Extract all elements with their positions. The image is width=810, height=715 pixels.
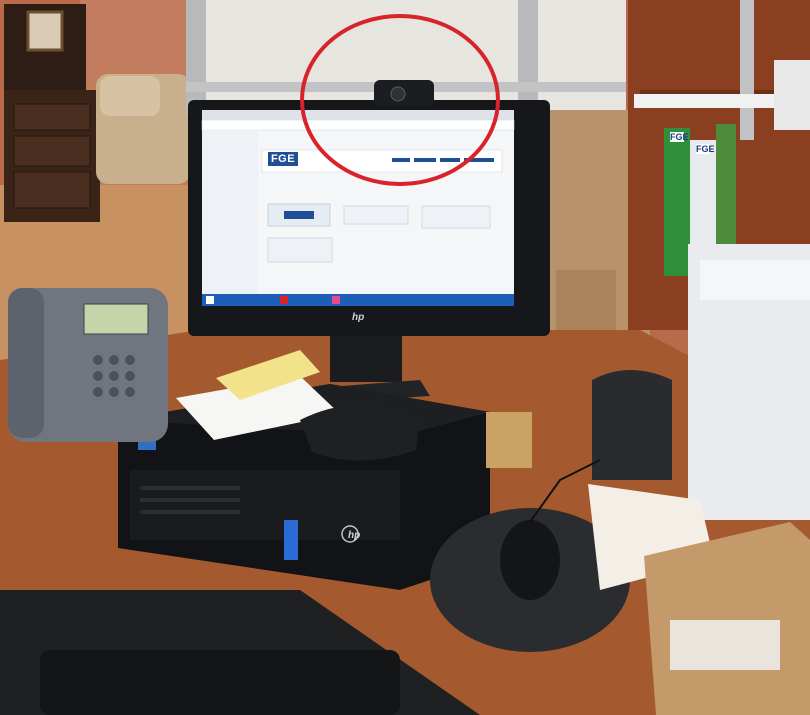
site-nav-2 [414,158,436,162]
taskbar-app-icon-2 [332,296,340,304]
screen-card-2 [343,205,409,225]
screen-card-4 [267,237,333,263]
hp-logo-monitor: hp [352,312,365,323]
keyboard [40,650,400,715]
phone-display [83,303,149,335]
browser-tabbar [202,110,514,120]
monitor-stand-neck [330,336,402,382]
browser-sidebar [202,130,258,294]
dresser-drawer-1 [13,103,91,131]
binder-label-2: FGE [696,144,715,154]
pc-vent-3 [140,510,240,514]
sofa-cushion [100,76,160,116]
shelf-papers [634,94,774,108]
cardboard-box-front [644,522,810,715]
site-nav-1 [392,158,410,162]
screen-card-3 [421,205,491,229]
browser-addressbar [201,119,515,131]
green-binder [664,128,690,276]
paper-stack [774,60,810,130]
picture-frame [26,10,64,52]
pc-vent-2 [140,498,240,502]
tape-dispenser [592,370,672,480]
screen-fge-logo: FGE [268,152,298,166]
box-contents [670,620,780,670]
windows-taskbar [202,294,514,306]
metal-post [740,0,754,140]
printer-top [700,260,810,300]
dresser-drawer-2 [13,135,91,167]
webcam-lens [390,86,406,102]
partition-frame-left [186,0,206,115]
green-binder-2 [716,124,736,244]
phone-keypad [93,355,135,397]
hp-logo-tower-text: hp [348,530,361,541]
taskbar-app-icon [280,296,288,304]
mouse [500,520,560,600]
start-icon [206,296,214,304]
office-desk-photo: FGE FGE FGE hp hp [0,0,810,715]
binder-label-1: FGE [670,132,689,142]
partition-frame-mid [518,0,538,115]
site-nav-3 [440,158,460,162]
photo-scene [0,0,810,715]
screen-card-logo [284,211,314,219]
dresser-drawer-3 [13,171,91,209]
face-mask [300,405,420,461]
stapler-holder [486,412,532,468]
usb-drive [284,520,298,560]
phone-handset [8,288,44,438]
pc-vent-1 [140,486,240,490]
